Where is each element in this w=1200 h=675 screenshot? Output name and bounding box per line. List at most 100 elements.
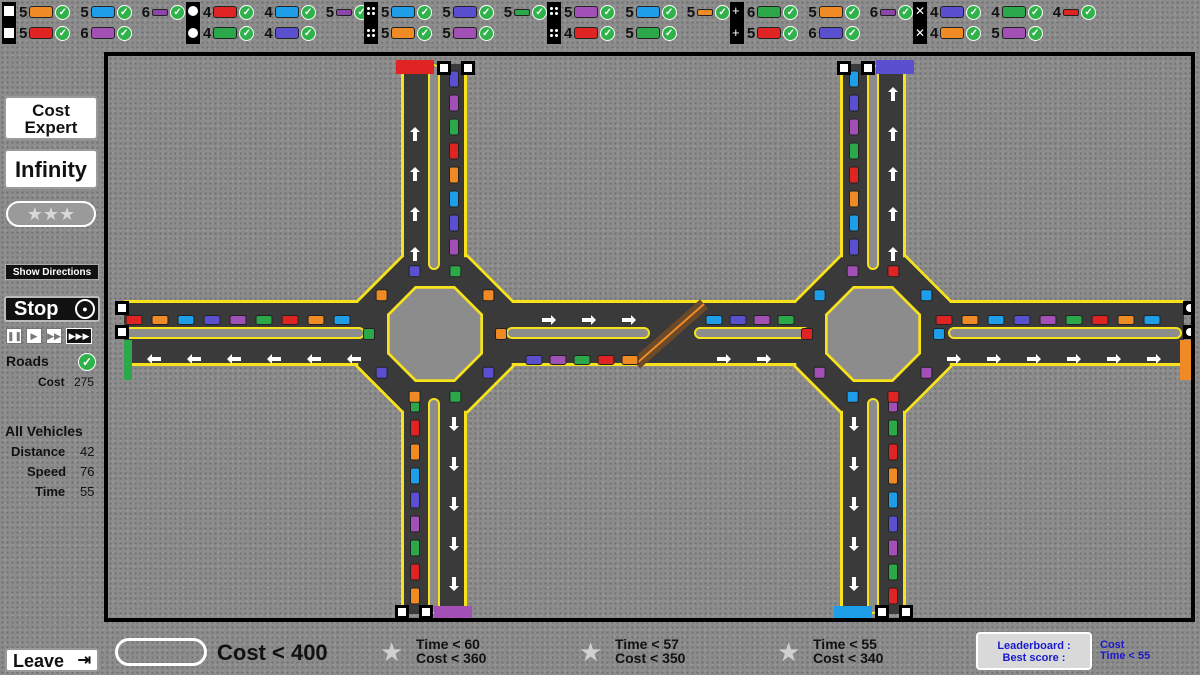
car-icon bbox=[333, 315, 351, 325]
game-board[interactable] bbox=[104, 52, 1195, 622]
car-icon bbox=[635, 27, 660, 39]
square-icon bbox=[118, 304, 126, 312]
best-score: Cost Time < 55 bbox=[1100, 640, 1150, 662]
goal-count: 5 bbox=[80, 3, 89, 21]
goal-count: 5 bbox=[808, 3, 817, 21]
car-icon bbox=[452, 27, 477, 39]
cross-icon bbox=[878, 608, 886, 616]
exit-icon: ⇥ bbox=[77, 652, 91, 669]
car-icon bbox=[482, 366, 495, 379]
car-icon bbox=[410, 515, 420, 533]
car-icon bbox=[410, 467, 420, 485]
check-icon: ✓ bbox=[239, 25, 255, 41]
goal-item: 4 ✓ bbox=[203, 4, 255, 21]
goal-item: 5 ✓ bbox=[808, 3, 860, 21]
check-icon: ✓ bbox=[783, 4, 799, 20]
achievement-time: Time < 57 bbox=[615, 636, 679, 652]
goal-item: 5 ✓ bbox=[504, 4, 548, 21]
dots-icon bbox=[440, 64, 448, 72]
goal-item: 5 ✓ bbox=[625, 25, 677, 42]
car-icon bbox=[935, 315, 953, 325]
goal-item: 4 ✓ bbox=[203, 24, 255, 42]
car-icon bbox=[574, 6, 599, 18]
leaderboard-button[interactable]: Leaderboard : Best score : bbox=[976, 632, 1092, 670]
goal-item: 5 ✓ bbox=[381, 4, 433, 21]
goal-item: 6 ✓ bbox=[747, 3, 799, 21]
goal-count: 5 bbox=[564, 3, 573, 21]
achievement-time: Time < 55 bbox=[813, 636, 877, 652]
cross-icon: ✕ ✕ bbox=[913, 2, 927, 44]
goal-item: 5 ✓ bbox=[747, 25, 799, 42]
car-icon bbox=[391, 6, 416, 18]
car-icon bbox=[1091, 315, 1109, 325]
all-vehicles-heading: All Vehicles bbox=[5, 423, 83, 439]
goal-count: 5 bbox=[625, 3, 634, 21]
goal-count: 5 bbox=[686, 3, 696, 21]
car-icon bbox=[888, 515, 898, 533]
mode-button[interactable]: Infinity bbox=[4, 149, 98, 189]
car-icon bbox=[818, 27, 843, 39]
car-icon: ● bbox=[75, 299, 95, 319]
check-icon: ✓ bbox=[783, 25, 799, 41]
goal-item: 5 ✓ bbox=[625, 3, 677, 21]
check-icon: ✓ bbox=[300, 4, 316, 20]
south-west-pad bbox=[434, 606, 472, 618]
achievement-time: Time < 60 bbox=[416, 636, 480, 652]
best-score-time: Time < 55 bbox=[1100, 650, 1151, 662]
stop-button[interactable]: Stop ● bbox=[4, 296, 100, 322]
level-name: Cost Expert bbox=[4, 96, 98, 140]
play-button[interactable]: ▶ bbox=[26, 328, 42, 344]
goal-count: 5 bbox=[442, 24, 451, 42]
pause-button[interactable]: ❚❚ bbox=[6, 328, 22, 344]
check-icon: ✓ bbox=[55, 25, 71, 41]
car-icon bbox=[757, 27, 782, 39]
goal-item: 5 ✓ bbox=[442, 24, 494, 42]
car-icon bbox=[987, 315, 1005, 325]
check-icon: ✓ bbox=[1027, 25, 1043, 41]
dots-icon bbox=[364, 2, 378, 44]
show-directions-button[interactable]: Show Directions bbox=[5, 264, 99, 280]
car-icon bbox=[1117, 315, 1135, 325]
check-icon: ✓ bbox=[600, 25, 616, 41]
car-icon bbox=[525, 355, 543, 365]
distance-stat: Distance 42 bbox=[11, 444, 94, 459]
car-icon bbox=[777, 315, 795, 325]
check-icon: ✓ bbox=[532, 4, 548, 20]
goal-count: 5 bbox=[19, 3, 28, 21]
check-icon: ✓ bbox=[661, 4, 677, 20]
goal-item: 5 ✓ bbox=[80, 3, 132, 21]
fast-forward-button[interactable]: ▶▶ bbox=[46, 328, 62, 344]
check-icon: ✓ bbox=[600, 4, 616, 20]
cost-target: Cost < 400 bbox=[217, 640, 328, 665]
goal-count: 4 bbox=[203, 24, 212, 42]
bike-icon bbox=[880, 8, 897, 16]
car-icon bbox=[849, 190, 859, 208]
goal-count: 6 bbox=[747, 3, 756, 21]
circle-icon bbox=[186, 2, 200, 44]
goal-item: 6 ✓ bbox=[80, 25, 132, 42]
goal-count: 5 bbox=[991, 24, 1000, 42]
roundabout-island bbox=[827, 288, 919, 380]
car-icon bbox=[449, 118, 459, 136]
check-icon: ✓ bbox=[661, 25, 677, 41]
check-icon: ✓ bbox=[478, 25, 494, 41]
car-icon bbox=[940, 6, 965, 18]
goal-count: 4 bbox=[991, 3, 1000, 21]
time-label: Time bbox=[35, 484, 66, 499]
goal-item: 6 ✓ bbox=[142, 4, 186, 21]
distance-label: Distance bbox=[11, 444, 66, 459]
leave-button[interactable]: Leave ⇥ bbox=[5, 648, 99, 672]
car-icon bbox=[888, 563, 898, 581]
car-icon bbox=[482, 289, 495, 302]
car-icon bbox=[573, 355, 591, 365]
speed-label: Speed bbox=[27, 464, 67, 479]
car-icon bbox=[203, 315, 221, 325]
goal-count: 5 bbox=[381, 24, 390, 42]
west-exit-pad bbox=[124, 340, 132, 380]
cost-progress-pill bbox=[115, 638, 207, 666]
car-icon bbox=[846, 390, 859, 403]
check-icon: ✓ bbox=[844, 4, 860, 20]
check-icon: ✓ bbox=[417, 4, 433, 20]
car-icon bbox=[888, 419, 898, 437]
fastest-button[interactable]: ▶▶▶ bbox=[66, 328, 92, 344]
